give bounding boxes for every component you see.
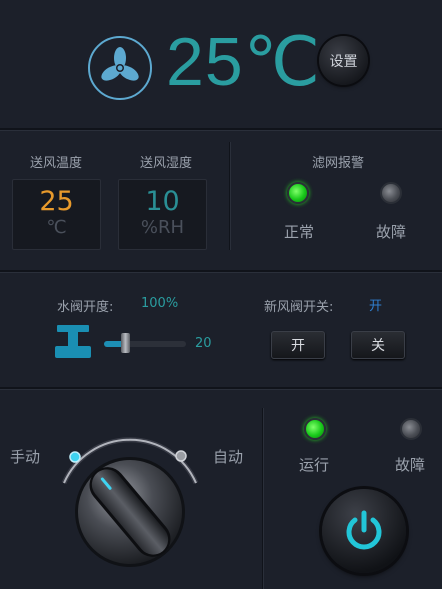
running-indicator bbox=[304, 418, 326, 440]
water-valve-slider-thumb[interactable] bbox=[121, 333, 130, 353]
supply-humidity-unit: %RH bbox=[140, 217, 185, 238]
fresh-air-valve-state: 开 bbox=[369, 299, 383, 314]
settings-button[interactable]: 设置 bbox=[319, 36, 368, 85]
power-button[interactable] bbox=[322, 489, 406, 573]
fresh-air-open-button[interactable]: 开 bbox=[271, 331, 325, 359]
water-valve-label: 水阀开度: bbox=[57, 300, 114, 315]
supply-temp-unit: ℃ bbox=[46, 217, 67, 238]
supply-temp-label: 送风温度 bbox=[30, 156, 83, 171]
auto-indicator-dot bbox=[175, 450, 187, 462]
divider bbox=[229, 142, 231, 250]
supply-temp-value: 25 bbox=[39, 186, 74, 217]
filter-normal-indicator bbox=[287, 182, 309, 204]
manual-mode-label: 手动 bbox=[10, 448, 41, 466]
run-fault-indicator bbox=[400, 418, 422, 440]
manual-indicator-dot bbox=[69, 451, 81, 463]
water-valve-percent: 100% bbox=[141, 296, 179, 311]
water-valve-slider-value: 20 bbox=[195, 336, 212, 351]
run-fault-label: 故障 bbox=[395, 456, 426, 474]
supply-humidity-display: 10 %RH bbox=[118, 179, 207, 250]
fan-icon bbox=[88, 36, 152, 100]
fresh-air-close-button[interactable]: 关 bbox=[351, 331, 405, 359]
current-temperature: 25℃ bbox=[166, 24, 322, 100]
power-icon bbox=[346, 510, 382, 550]
supply-humidity-value: 10 bbox=[145, 186, 180, 217]
valve-icon bbox=[55, 325, 91, 363]
divider bbox=[0, 128, 442, 131]
running-label: 运行 bbox=[299, 456, 330, 474]
filter-fault-indicator bbox=[380, 182, 402, 204]
supply-temp-display: 25 ℃ bbox=[12, 179, 101, 250]
supply-humidity-label: 送风湿度 bbox=[140, 156, 193, 171]
filter-fault-label: 故障 bbox=[376, 223, 407, 241]
mode-knob[interactable] bbox=[50, 425, 210, 575]
auto-mode-label: 自动 bbox=[213, 448, 244, 466]
filter-normal-label: 正常 bbox=[284, 223, 315, 241]
fresh-air-valve-label: 新风阀开关: bbox=[264, 300, 334, 315]
divider bbox=[262, 408, 264, 589]
filter-alarm-title: 滤网报警 bbox=[312, 156, 365, 171]
divider bbox=[0, 270, 442, 273]
divider bbox=[0, 387, 442, 390]
